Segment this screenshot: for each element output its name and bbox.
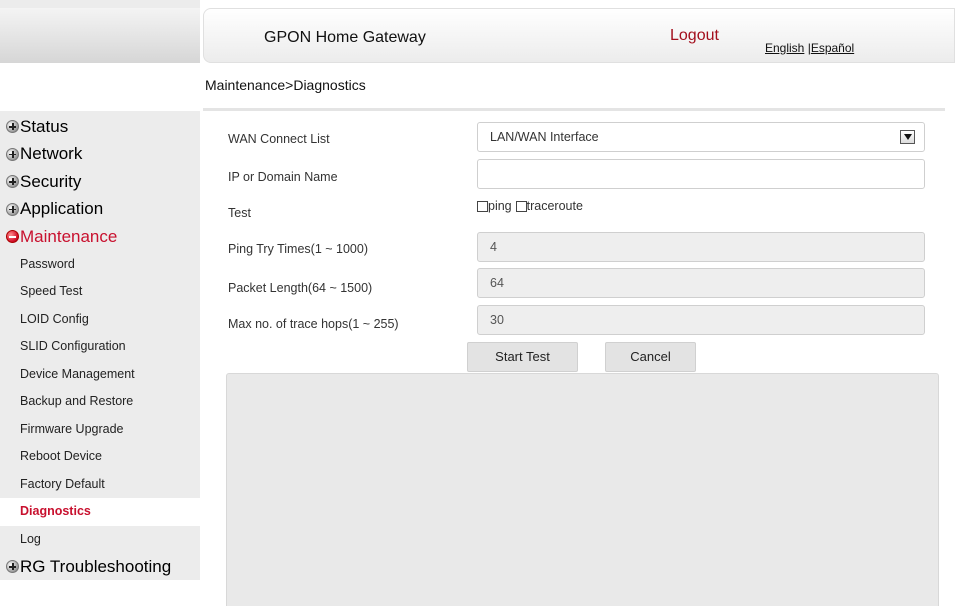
diagnostics-output-area: [226, 373, 939, 606]
app-title: GPON Home Gateway: [264, 29, 426, 46]
sidebar-item-label: Security: [20, 171, 82, 191]
sidebar-subitem-loid-config[interactable]: LOID Config: [0, 306, 200, 334]
plus-bullet-icon: [6, 120, 19, 134]
ip-domain-label: IP or Domain Name: [228, 170, 338, 184]
test-label: Test: [228, 206, 251, 220]
ping-option-label: ping: [488, 199, 512, 213]
traceroute-checkbox[interactable]: [515, 200, 527, 212]
minus-bullet-icon: [6, 230, 19, 244]
sidebar: Status Network Security Application Main…: [0, 0, 200, 580]
english-link[interactable]: English: [765, 41, 804, 55]
trace-hops-value: 30: [490, 313, 504, 327]
sidebar-item-status[interactable]: Status: [0, 113, 200, 141]
ping-try-times-input[interactable]: 4: [477, 232, 925, 262]
sidebar-item-label: Maintenance: [20, 226, 118, 246]
sidebar-subitem-firmware-upgrade[interactable]: Firmware Upgrade: [0, 416, 200, 444]
test-options: ping traceroute: [477, 199, 583, 213]
ping-try-times-value: 4: [490, 240, 497, 254]
ip-domain-input[interactable]: [477, 159, 925, 189]
sidebar-menu: Status Network Security Application Main…: [0, 113, 200, 581]
sidebar-subitem-backup-restore[interactable]: Backup and Restore: [0, 388, 200, 416]
sidebar-item-label: Application: [20, 199, 104, 219]
section-divider: [203, 108, 945, 111]
header-bar: GPON Home Gateway Logout English |Españo…: [203, 8, 955, 63]
sidebar-item-network[interactable]: Network: [0, 141, 200, 169]
sidebar-subitem-factory-default[interactable]: Factory Default: [0, 471, 200, 499]
sidebar-subitem-speed-test[interactable]: Speed Test: [0, 278, 200, 306]
trace-hops-label: Max no. of trace hops(1 ~ 255): [228, 317, 399, 331]
sidebar-subitem-log[interactable]: Log: [0, 526, 200, 554]
chevron-down-icon[interactable]: [900, 130, 915, 144]
wan-connect-label: WAN Connect List: [228, 132, 330, 146]
sidebar-subitem-slid-configuration[interactable]: SLID Configuration: [0, 333, 200, 361]
sidebar-item-rg-troubleshooting[interactable]: RG Troubleshooting: [0, 553, 200, 581]
espanol-link[interactable]: Español: [811, 41, 854, 55]
plus-bullet-icon: [6, 147, 19, 161]
start-test-button[interactable]: Start Test: [467, 342, 578, 372]
plus-bullet-icon: [6, 175, 19, 189]
sidebar-subitem-reboot-device[interactable]: Reboot Device: [0, 443, 200, 471]
sidebar-item-security[interactable]: Security: [0, 168, 200, 196]
sidebar-spacer: [0, 63, 200, 111]
sidebar-item-label: RG Troubleshooting: [20, 556, 172, 576]
logo-band: [0, 8, 200, 63]
trace-hops-input[interactable]: 30: [477, 305, 925, 335]
sidebar-subitem-password[interactable]: Password: [0, 251, 200, 279]
wan-connect-select[interactable]: LAN/WAN Interface: [477, 122, 925, 152]
ping-checkbox[interactable]: [477, 200, 488, 212]
cancel-button[interactable]: Cancel: [605, 342, 696, 372]
breadcrumb: Maintenance>Diagnostics: [205, 77, 366, 93]
sidebar-subitem-diagnostics[interactable]: Diagnostics: [0, 498, 200, 526]
language-switcher: English |Español: [765, 41, 854, 55]
sidebar-item-application[interactable]: Application: [0, 196, 200, 224]
logout-link[interactable]: Logout: [670, 27, 719, 45]
packet-length-value: 64: [490, 276, 504, 290]
sidebar-item-label: Network: [20, 144, 83, 164]
plus-bullet-icon: [6, 560, 19, 574]
traceroute-option-label: traceroute: [526, 199, 583, 213]
packet-length-label: Packet Length(64 ~ 1500): [228, 281, 373, 295]
sidebar-item-label: Status: [20, 116, 69, 136]
sidebar-subitem-device-management[interactable]: Device Management: [0, 361, 200, 389]
sidebar-item-maintenance[interactable]: Maintenance: [0, 223, 200, 251]
ping-try-times-label: Ping Try Times(1 ~ 1000): [228, 242, 368, 256]
packet-length-input[interactable]: 64: [477, 268, 925, 298]
plus-bullet-icon: [6, 202, 19, 216]
wan-connect-value: LAN/WAN Interface: [490, 130, 599, 144]
